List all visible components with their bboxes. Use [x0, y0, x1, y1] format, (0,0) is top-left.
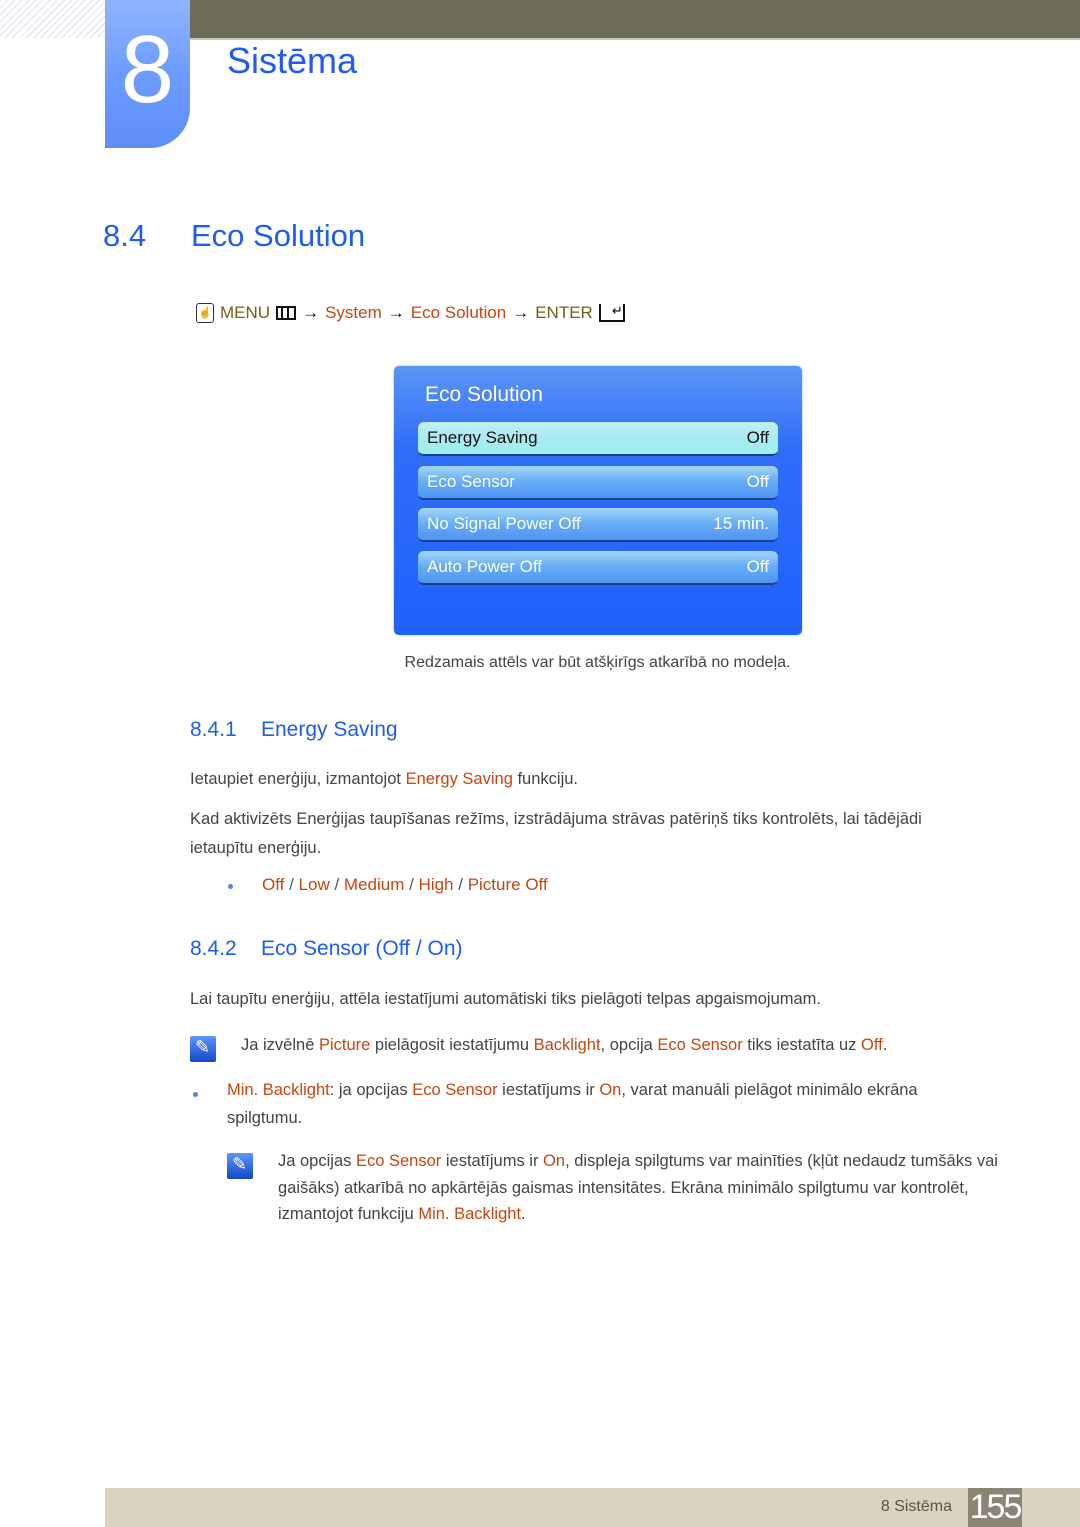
osd-item-no-signal-power-off[interactable]: No Signal Power Off 15 min.	[418, 508, 778, 542]
osd-item-value: Off	[746, 428, 769, 447]
osd-item-label: Auto Power Off	[427, 557, 542, 576]
osd-item-auto-power-off[interactable]: Auto Power Off Off	[418, 551, 778, 585]
menu-path-eco-solution: Eco Solution	[410, 303, 507, 322]
header-hatch-decoration	[0, 0, 105, 38]
separator: /	[404, 875, 419, 894]
section-title: Eco Solution	[191, 218, 366, 253]
text: Ja opcijas	[278, 1152, 356, 1170]
highlight-term: Eco Sensor	[412, 1081, 498, 1099]
osd-item-value: 15 min.	[713, 514, 769, 533]
menu-path: ☝ MENU → System → Eco Solution → ENTER ↵	[196, 303, 625, 323]
arrow-icon: →	[512, 303, 530, 322]
text: , opcija	[600, 1036, 658, 1054]
highlight-term: On	[543, 1152, 566, 1170]
text: funkciju.	[512, 770, 579, 788]
osd-title: Eco Solution	[425, 383, 543, 406]
option-high: High	[418, 875, 454, 894]
text: Ietaupiet enerģiju, izmantojot	[190, 770, 406, 788]
note-pencil-icon	[190, 1036, 216, 1062]
enter-icon: ↵	[598, 304, 625, 322]
osd-item-value: Off	[746, 472, 769, 491]
text: .	[521, 1205, 526, 1223]
option-picture-off: Picture Off	[467, 875, 548, 894]
page-number: 155	[968, 1488, 1022, 1527]
energy-saving-intro: Ietaupiet enerģiju, izmantojot Energy Sa…	[190, 765, 578, 794]
energy-saving-options: Off / Low / Medium / High / Picture Off	[262, 875, 548, 895]
menu-path-menu: MENU	[220, 303, 271, 322]
subsection-title: Energy Saving	[261, 718, 398, 741]
chapter-number: 8	[120, 16, 175, 123]
eco-sensor-description: Lai taupītu enerģiju, attēla iestatījumi…	[190, 990, 821, 1008]
chapter-title: Sistēma	[227, 40, 358, 81]
option-off: Off	[262, 875, 285, 894]
separator: /	[453, 875, 468, 894]
osd-item-eco-sensor[interactable]: Eco Sensor Off	[418, 466, 778, 500]
highlight-term: Eco Sensor	[657, 1036, 743, 1054]
highlight-term: Min. Backlight	[227, 1081, 330, 1099]
remote-hand-icon: ☝	[196, 303, 214, 323]
text: iestatījums ir	[497, 1081, 600, 1099]
note-eco-sensor: Ja opcijas Eco Sensor iestatījums ir On,…	[278, 1148, 1008, 1228]
subsection-number: 8.4.2	[190, 937, 237, 960]
text: tiks iestatīta uz	[742, 1036, 862, 1054]
highlight-term: Backlight	[533, 1036, 601, 1054]
subsection-eco-sensor-heading: 8.4.2 Eco Sensor (Off / On)	[190, 937, 463, 961]
osd-item-energy-saving[interactable]: Energy Saving Off	[418, 422, 778, 456]
highlight-term: Picture	[318, 1036, 371, 1054]
arrow-icon: →	[302, 303, 320, 322]
text: .	[882, 1036, 888, 1054]
option-medium: Medium	[343, 875, 405, 894]
highlight-term: On	[599, 1081, 622, 1099]
osd-item-label: No Signal Power Off	[427, 514, 581, 533]
energy-saving-description: Kad aktivizēts Enerģijas taupīšanas režī…	[190, 810, 922, 857]
bullet-icon	[193, 1092, 198, 1097]
subsection-title: Eco Sensor (Off / On)	[261, 937, 463, 960]
highlight-term: Min. Backlight	[418, 1205, 522, 1223]
menu-path-system: System	[325, 303, 382, 322]
menu-path-enter: ENTER	[535, 303, 593, 322]
eco-solution-osd-menu: Eco Solution Energy Saving Off Eco Senso…	[394, 366, 802, 635]
option-low: Low	[298, 875, 330, 894]
bullet-icon	[228, 884, 233, 889]
chapter-number-tab: 8	[105, 0, 190, 148]
footer-chapter-label: 8 Sistēma	[880, 1498, 952, 1515]
text: iestatījums ir	[441, 1152, 544, 1170]
text: Ja izvēlnē	[241, 1036, 319, 1054]
note-backlight: Ja izvēlnē Picture pielāgosit iestatījum…	[241, 1031, 887, 1060]
subsection-energy-saving-heading: 8.4.1 Energy Saving	[190, 718, 398, 742]
menu-grid-icon	[276, 306, 297, 320]
page-footer: 8 Sistēma 155	[105, 1488, 1080, 1527]
osd-item-label: Eco Sensor	[427, 472, 515, 491]
min-backlight-item: Min. Backlight: ja opcijas Eco Sensor ie…	[227, 1076, 987, 1132]
highlight-term: Energy Saving	[405, 770, 513, 788]
osd-item-value: Off	[746, 557, 769, 576]
highlight-term: Off	[861, 1036, 883, 1054]
arrow-icon: →	[387, 303, 405, 322]
highlight-term: Eco Sensor	[355, 1152, 442, 1170]
note-pencil-icon	[227, 1153, 253, 1179]
section-number: 8.4	[103, 218, 147, 253]
subsection-number: 8.4.1	[190, 718, 237, 741]
text: pielāgosit iestatījumu	[370, 1036, 534, 1054]
separator: /	[284, 875, 299, 894]
image-caption: Redzamais attēls var būt atšķirīgs atkar…	[404, 654, 791, 671]
header-bar	[190, 0, 1080, 38]
separator: /	[329, 875, 344, 894]
osd-item-label: Energy Saving	[427, 428, 538, 447]
text: : ja opcijas	[329, 1081, 413, 1099]
